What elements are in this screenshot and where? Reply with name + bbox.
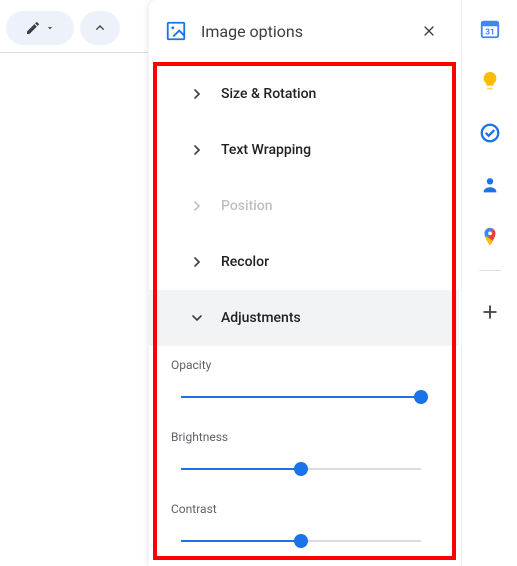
side-divider bbox=[479, 270, 501, 271]
section-label: Size & Rotation bbox=[221, 86, 316, 102]
opacity-label: Opacity bbox=[171, 358, 437, 372]
section-label: Recolor bbox=[221, 254, 269, 270]
toolbar-divider bbox=[0, 52, 148, 53]
section-position: Position bbox=[149, 178, 459, 234]
chevron-right-icon bbox=[189, 254, 205, 270]
image-icon bbox=[165, 20, 187, 42]
edit-mode-button[interactable] bbox=[6, 11, 74, 45]
panel-title: Image options bbox=[201, 22, 401, 41]
maps-icon[interactable] bbox=[479, 226, 501, 248]
section-label: Text Wrapping bbox=[221, 142, 311, 158]
calendar-icon[interactable]: 31 bbox=[479, 18, 501, 40]
chevron-right-icon bbox=[189, 142, 205, 158]
section-text-wrapping[interactable]: Text Wrapping bbox=[149, 122, 459, 178]
section-adjustments[interactable]: Adjustments bbox=[149, 290, 459, 346]
contrast-slider[interactable] bbox=[181, 534, 421, 548]
chevron-right-icon bbox=[189, 198, 205, 214]
brightness-label: Brightness bbox=[171, 430, 437, 444]
chevron-right-icon bbox=[189, 86, 205, 102]
add-icon[interactable] bbox=[479, 301, 501, 323]
dropdown-icon bbox=[45, 23, 55, 33]
svg-text:31: 31 bbox=[485, 28, 494, 38]
section-label: Adjustments bbox=[221, 310, 301, 326]
chevron-up-icon bbox=[92, 20, 108, 36]
keep-icon[interactable] bbox=[479, 70, 501, 92]
tasks-icon[interactable] bbox=[479, 122, 501, 144]
opacity-slider[interactable] bbox=[181, 390, 421, 404]
side-panel: 31 bbox=[461, 0, 517, 566]
brightness-slider[interactable] bbox=[181, 462, 421, 476]
chevron-down-icon bbox=[189, 310, 205, 326]
pencil-icon bbox=[25, 20, 41, 36]
contrast-label: Contrast bbox=[171, 502, 437, 516]
close-icon bbox=[421, 23, 437, 39]
image-options-panel: Image options Size & Rotation Text Wrapp… bbox=[149, 0, 459, 566]
slider-thumb[interactable] bbox=[414, 390, 428, 404]
contacts-icon[interactable] bbox=[479, 174, 501, 196]
section-size-rotation[interactable]: Size & Rotation bbox=[149, 66, 459, 122]
collapse-toolbar-button[interactable] bbox=[80, 11, 120, 45]
slider-thumb[interactable] bbox=[294, 534, 308, 548]
section-label: Position bbox=[221, 198, 273, 214]
section-recolor[interactable]: Recolor bbox=[149, 234, 459, 290]
close-button[interactable] bbox=[415, 17, 443, 45]
slider-thumb[interactable] bbox=[294, 462, 308, 476]
